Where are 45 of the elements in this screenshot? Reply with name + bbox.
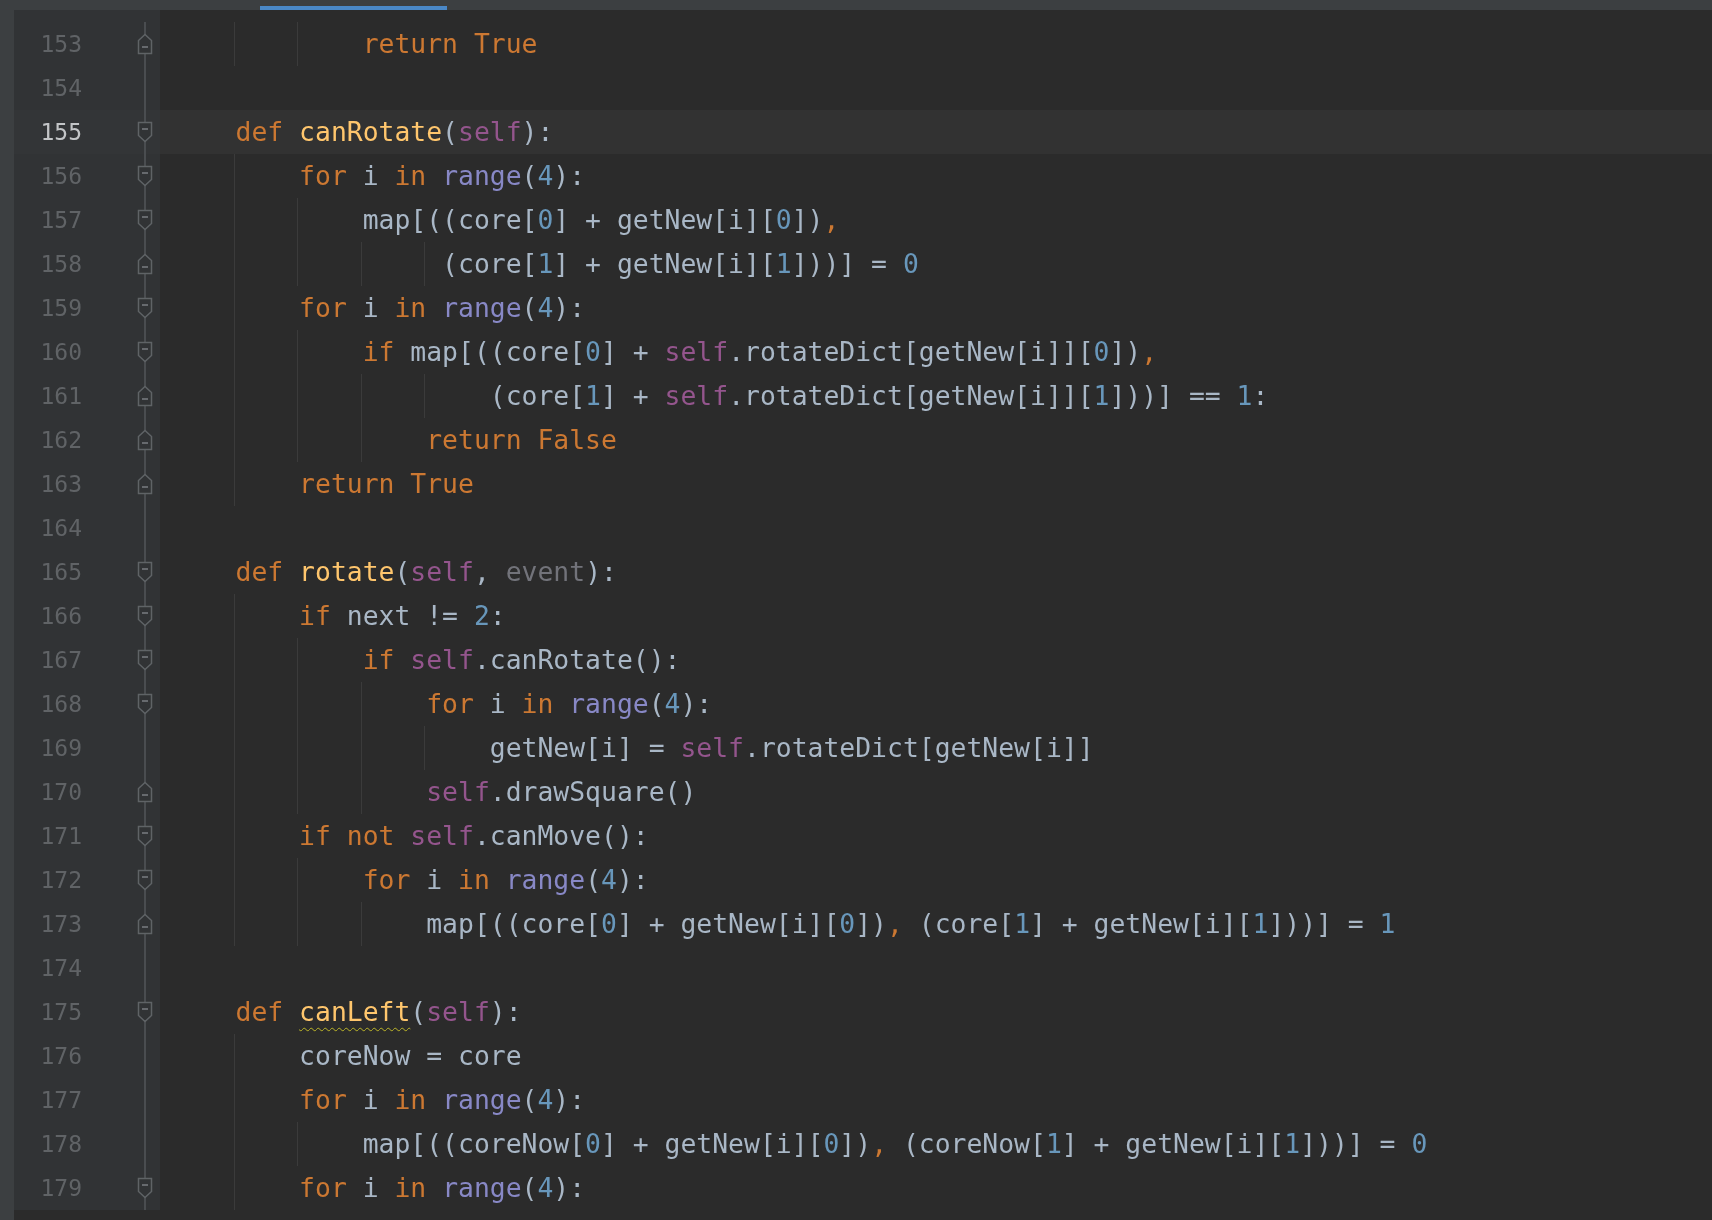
fold-icon[interactable] xyxy=(137,913,153,935)
fold-icon[interactable] xyxy=(137,121,153,143)
code-line: for i in range(4): xyxy=(425,690,713,718)
code-line: getNew[i] = self.rotateDict[getNew[i]] xyxy=(488,734,1094,762)
code-line: (core[1] + getNew[i][1]))] = 0 xyxy=(441,250,919,278)
fold-icon[interactable] xyxy=(137,781,153,803)
fold-icon[interactable] xyxy=(137,165,153,187)
fold-icon[interactable] xyxy=(137,825,153,847)
fold-icon[interactable] xyxy=(137,649,153,671)
fold-icon[interactable] xyxy=(137,209,153,231)
code-line: return True xyxy=(298,470,474,498)
fold-icon[interactable] xyxy=(137,869,153,891)
fold-icon[interactable] xyxy=(137,693,153,715)
fold-icon[interactable] xyxy=(137,473,153,495)
code-line: for i in range(4): xyxy=(298,1086,586,1114)
code-line: coreNow = core xyxy=(298,1042,522,1070)
fold-icon[interactable] xyxy=(137,341,153,363)
code-line: if next != 2: xyxy=(298,602,506,630)
fold-icon[interactable] xyxy=(137,605,153,627)
code-line: map[((core[0] + getNew[i][0]), xyxy=(361,206,840,234)
code-line: def canRotate(self): xyxy=(234,118,554,146)
code-line: for i in range(4): xyxy=(298,294,586,322)
fold-icon[interactable] xyxy=(137,429,153,451)
code-line: map[((coreNow[0] + getNew[i][0]), (coreNow[1] + getNew[i][1]))] = 0 xyxy=(361,1130,1428,1158)
code-line: return True xyxy=(361,30,538,58)
fold-icon[interactable] xyxy=(137,33,153,55)
fold-icon[interactable] xyxy=(137,1001,153,1023)
line-number: 155 xyxy=(39,117,82,147)
code-line: for i in range(4): xyxy=(361,866,649,894)
code-line: map[((core[0] + getNew[i][0]), (core[1] + getNew[i][1]))] = 1 xyxy=(425,910,1396,938)
code-line: self.drawSquare() xyxy=(425,778,697,806)
fold-icon[interactable] xyxy=(137,297,153,319)
code-line: for i in range(4): xyxy=(298,1174,586,1202)
fold-icon[interactable] xyxy=(137,1177,153,1199)
code-line: def rotate(self, event): xyxy=(234,558,617,586)
fold-icon[interactable] xyxy=(137,385,153,407)
fold-icon[interactable] xyxy=(137,253,153,275)
code-line: for i in range(4): xyxy=(298,162,586,190)
code-line: if self.canRotate(): xyxy=(361,646,681,674)
code-line: if not self.canMove(): xyxy=(298,822,649,850)
code-line: if map[((core[0] + self.rotateDict[getNew[i]][0]), xyxy=(361,338,1158,366)
code-line: (core[1] + self.rotateDict[getNew[i]][1]))] == 1: xyxy=(488,382,1269,410)
code-line: return False xyxy=(425,426,617,454)
code-line: def canLeft(self): xyxy=(234,998,522,1026)
fold-icon[interactable] xyxy=(137,561,153,583)
